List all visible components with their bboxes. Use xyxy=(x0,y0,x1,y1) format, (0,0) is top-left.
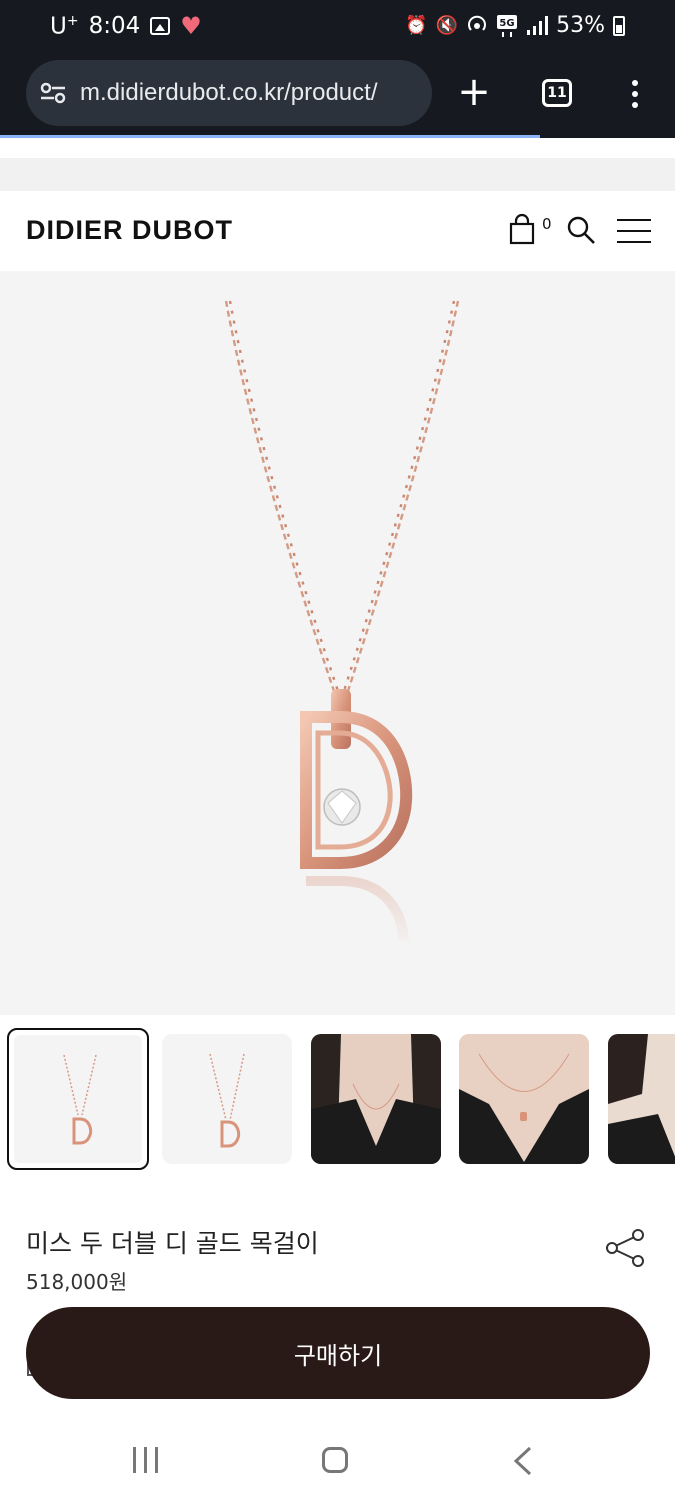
carrier-label: U+ xyxy=(50,13,79,40)
thumbnail-2[interactable] xyxy=(162,1034,292,1164)
alarm-icon: ⏰ xyxy=(405,15,428,36)
brand-logo[interactable]: DIDIER DUBOT xyxy=(26,215,233,246)
site-settings-icon[interactable] xyxy=(40,82,66,104)
battery-icon xyxy=(613,15,625,36)
url-text[interactable]: m.didierdubot.co.kr/product/ xyxy=(80,79,377,107)
thumbnail-pendant-image xyxy=(63,1054,97,1145)
status-bar: U+ 8:04 ♥ ⏰ 🔇 5G 53% xyxy=(0,0,675,56)
more-menu-icon[interactable] xyxy=(624,78,646,110)
heart-notification-icon: ♥ xyxy=(180,12,202,41)
thumbnail-1[interactable] xyxy=(7,1028,149,1170)
share-icon[interactable] xyxy=(604,1228,646,1268)
new-tab-button[interactable]: + xyxy=(456,72,492,114)
buy-button[interactable]: 구매하기 xyxy=(26,1307,650,1399)
mute-icon: 🔇 xyxy=(435,15,459,36)
shopping-bag-icon[interactable] xyxy=(509,213,535,245)
necklace-illustration xyxy=(224,300,460,951)
product-name: 미스 두 더블 디 골드 목걸이 xyxy=(26,1229,319,1258)
thumbnail-model-image xyxy=(311,1034,441,1164)
thumbnail-model-side-image xyxy=(608,1034,675,1164)
thumbnail-3[interactable] xyxy=(311,1034,441,1164)
thumbnail-4[interactable] xyxy=(459,1034,589,1164)
site-header: DIDIER DUBOT 0 xyxy=(0,191,675,271)
product-price: 518,000원 xyxy=(26,1270,128,1294)
cart-count: 0 xyxy=(542,215,552,233)
hamburger-menu-icon[interactable] xyxy=(617,219,651,243)
thumbnail-5[interactable] xyxy=(608,1034,675,1164)
recent-apps-icon[interactable] xyxy=(133,1447,161,1473)
system-nav-bar xyxy=(0,1420,675,1500)
back-icon[interactable] xyxy=(512,1446,534,1476)
signal-icon xyxy=(527,15,549,35)
browser-chrome: U+ 8:04 ♥ ⏰ 🔇 5G 53% m.didierdubot.co.kr… xyxy=(0,0,675,138)
status-time: 8:04 xyxy=(88,13,141,40)
address-bar[interactable]: m.didierdubot.co.kr/product/ xyxy=(26,60,432,126)
search-icon[interactable] xyxy=(566,215,596,245)
home-icon[interactable] xyxy=(322,1447,348,1473)
thumbnail-model-image xyxy=(459,1034,589,1164)
top-banner-strip xyxy=(0,158,675,191)
product-main-image[interactable] xyxy=(0,271,675,1015)
gallery-notification-icon xyxy=(150,17,171,36)
thumbnail-pendant-image xyxy=(209,1053,245,1148)
tab-switcher-button[interactable]: 11 xyxy=(542,79,572,107)
5g-icon: 5G xyxy=(497,14,518,37)
svg-text:5G: 5G xyxy=(500,18,515,29)
battery-percent: 53% xyxy=(556,13,605,38)
thumbnail-gallery xyxy=(0,1028,675,1171)
hotspot-icon xyxy=(468,15,487,31)
page-load-progress xyxy=(0,135,540,138)
